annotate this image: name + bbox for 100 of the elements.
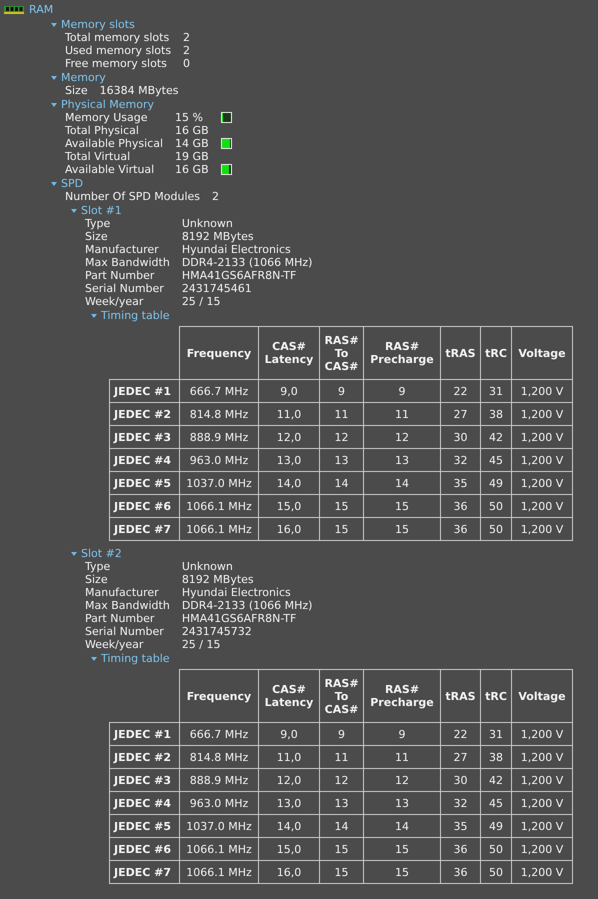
table-cell: 15 [320,860,364,884]
table-cell: 38 [480,746,512,768]
property-value: Unknown [182,217,234,230]
tree-node-label[interactable]: SPD [61,177,84,190]
table-cell: 1066.1 MHz [180,860,258,884]
table-cell: 814.8 MHz [180,402,258,426]
table-cell: 963.0 MHz [180,792,258,814]
table-cell: 36 [440,860,480,884]
table-cell: 50 [480,518,512,540]
property-value: 14 GB [175,137,209,150]
table-cell: 11 [364,746,440,768]
expand-arrow-icon[interactable] [91,656,97,660]
table-cell: 38 [480,402,512,426]
expand-arrow-icon[interactable] [71,552,77,556]
table-cell: 16,0 [258,518,320,540]
expand-arrow-icon[interactable] [51,102,57,106]
table-cell: 1066.1 MHz [180,494,258,518]
table-cell: 13 [320,448,364,472]
table-cell: 1037.0 MHz [180,814,258,838]
expand-arrow-icon[interactable] [71,208,77,212]
property-value: Unknown [182,560,234,573]
property-name: Week/year [85,638,144,651]
table-cell: 14 [364,814,440,838]
row-header: JEDEC #4 [110,792,180,814]
table-cell: 31 [480,380,512,402]
table-cell: 15 [364,494,440,518]
table-cell: 15,0 [258,838,320,860]
tree-node-label[interactable]: Slot #1 [81,204,122,217]
row-header: JEDEC #7 [110,518,180,540]
property-name: Part Number [85,612,156,625]
expand-arrow-icon[interactable] [51,182,57,186]
property-value: 15 % [175,111,204,124]
expand-arrow-icon[interactable] [51,22,57,26]
property-value: Hyundai Electronics [182,586,292,599]
property-name: Used memory slots [65,44,172,57]
property-name: Manufacturer [85,586,160,599]
tree-node-label[interactable]: Timing table [101,652,170,665]
property-name: Week/year [85,295,144,308]
table-cell: 9,0 [258,380,320,402]
table-cell: 9 [364,380,440,402]
property-name: Manufacturer [85,243,160,256]
table-cell: 36 [440,518,480,540]
table-cell: 888.9 MHz [180,768,258,792]
table-cell: 15 [364,838,440,860]
table-cell: 15 [320,494,364,518]
table-cell: 11,0 [258,746,320,768]
table-cell: 50 [480,860,512,884]
row-header: JEDEC #5 [110,814,180,838]
tree-node-label[interactable]: Memory slots [61,18,135,31]
expand-arrow-icon[interactable] [91,314,97,318]
tree-node-label[interactable]: Timing table [101,309,170,322]
tree-node-label[interactable]: Memory [61,71,106,84]
property-value: 2 [183,31,190,44]
table-cell: 13 [364,792,440,814]
property-name: Number Of SPD Modules [65,190,200,203]
table-cell: 1,200 V [512,380,572,402]
meter-gauge [220,164,232,175]
table-cell: 36 [440,838,480,860]
property-name: Total Physical [65,124,140,137]
property-name: Type [85,560,112,573]
table-cell: 1,200 V [512,814,572,838]
column-header: Frequency [180,326,258,380]
property-name: Type [85,217,112,230]
property-name: Max Bandwidth [85,599,170,612]
table-cell: 14,0 [258,472,320,494]
property-value: HMA41GS6AFR8N-TF [182,269,298,282]
table-cell: 31 [480,722,512,746]
property-value: 25 / 15 [182,638,222,651]
table-cell: 49 [480,814,512,838]
table-cell: 12 [364,768,440,792]
row-header: JEDEC #5 [110,472,180,494]
tree-root-label[interactable]: RAM [29,3,54,16]
row-header: JEDEC #6 [110,494,180,518]
tree-node-label[interactable]: Physical Memory [61,98,154,111]
table-cell: 11 [364,402,440,426]
property-value: 19 GB [175,150,209,163]
table-cell: 27 [440,746,480,768]
table-cell: 11,0 [258,402,320,426]
table-cell: 14 [320,814,364,838]
property-value: HMA41GS6AFR8N-TF [182,612,298,625]
table-cell: 36 [440,494,480,518]
property-name: Max Bandwidth [85,256,170,269]
table-cell: 1,200 V [512,402,572,426]
table-cell: 1,200 V [512,838,572,860]
property-name: Serial Number [85,625,165,638]
property-value: 16384 MBytes [100,84,178,97]
row-header: JEDEC #3 [110,768,180,792]
table-cell: 1,200 V [512,472,572,494]
expand-arrow-icon[interactable] [51,76,57,80]
property-name: Available Virtual [65,163,156,176]
table-cell: 13 [364,448,440,472]
column-header: Frequency [180,670,258,722]
tree-node-label[interactable]: Slot #2 [81,547,122,560]
meter-gauge [220,112,232,123]
row-header: JEDEC #3 [110,426,180,448]
table-cell: 50 [480,838,512,860]
property-value: Hyundai Electronics [182,243,292,256]
property-value: 16 GB [175,163,209,176]
property-value: 25 / 15 [182,295,222,308]
column-header: tRAS [440,670,480,722]
